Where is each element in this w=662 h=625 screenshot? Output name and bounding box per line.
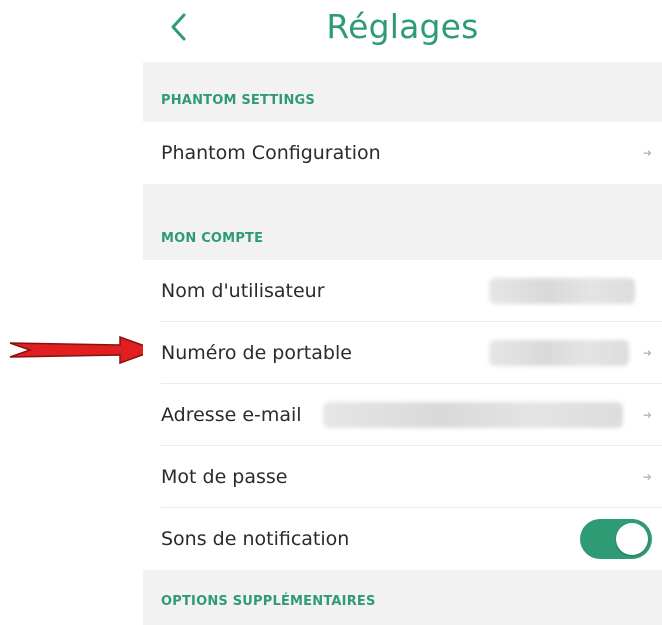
row-label: Numéro de portable bbox=[161, 342, 352, 364]
nav-header: Réglages bbox=[143, 0, 662, 58]
chevron-right-icon: ➜ bbox=[642, 146, 652, 160]
row-email[interactable]: Adresse e-mail ➜ bbox=[143, 384, 662, 446]
section-label: MON COMPTE bbox=[161, 231, 264, 246]
section-label: OPTIONS SUPPLÉMENTAIRES bbox=[161, 594, 376, 609]
section-header-phantom-settings: PHANTOM SETTINGS bbox=[143, 62, 662, 122]
section-header-options-supplementaires: OPTIONS SUPPLÉMENTAIRES bbox=[143, 570, 662, 625]
settings-screen: Réglages PHANTOM SETTINGS Phantom Config… bbox=[143, 0, 662, 625]
section-label: PHANTOM SETTINGS bbox=[161, 93, 315, 108]
redacted-value bbox=[489, 278, 635, 304]
row-label: Nom d'utilisateur bbox=[161, 280, 325, 302]
row-label: Sons de notification bbox=[161, 528, 350, 550]
row-notification-sounds: Sons de notification bbox=[143, 508, 662, 570]
row-label: Mot de passe bbox=[161, 466, 288, 488]
chevron-right-icon: ➜ bbox=[642, 346, 652, 360]
section-header-mon-compte: MON COMPTE bbox=[143, 184, 662, 260]
notification-sounds-toggle[interactable] bbox=[580, 519, 652, 559]
row-phantom-configuration[interactable]: Phantom Configuration ➜ bbox=[143, 122, 662, 184]
chevron-right-icon: ➜ bbox=[642, 470, 652, 484]
row-label: Phantom Configuration bbox=[161, 142, 381, 164]
toggle-knob bbox=[616, 523, 648, 555]
row-username[interactable]: Nom d'utilisateur bbox=[143, 260, 662, 322]
chevron-right-icon: ➜ bbox=[642, 408, 652, 422]
redacted-value bbox=[323, 402, 623, 428]
redacted-value bbox=[489, 340, 629, 366]
row-phone-number[interactable]: Numéro de portable ➜ bbox=[143, 322, 662, 384]
row-password[interactable]: Mot de passe ➜ bbox=[143, 446, 662, 508]
page-title: Réglages bbox=[326, 7, 479, 46]
row-label: Adresse e-mail bbox=[161, 404, 302, 426]
annotation-arrow-icon bbox=[9, 335, 158, 365]
